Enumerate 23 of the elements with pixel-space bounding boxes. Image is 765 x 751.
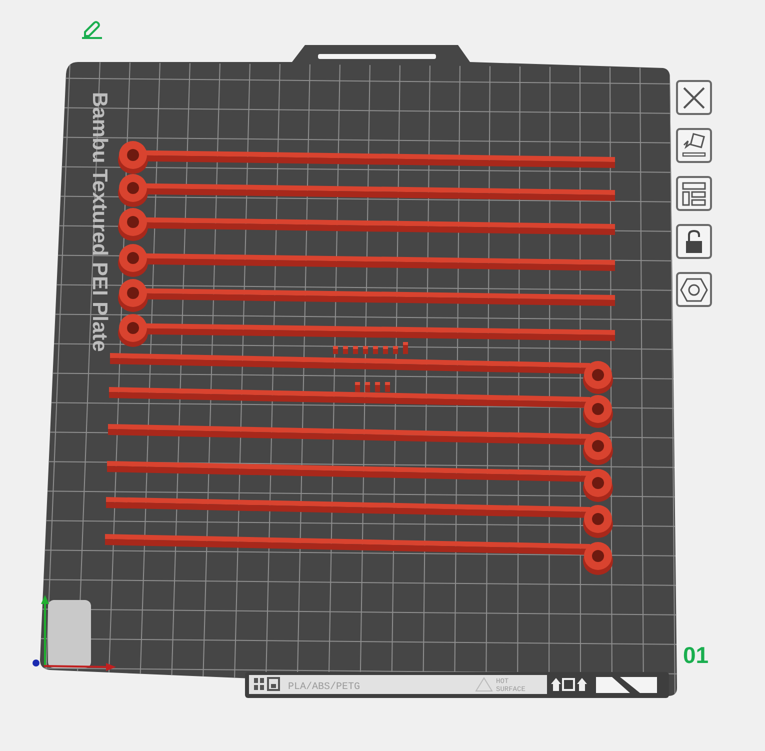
y-axis [41,595,49,665]
square-icon [267,677,280,691]
z-axis-dot [32,660,40,666]
square-outline-icon [562,678,575,691]
grid-icon [254,678,264,690]
upload-icon [551,678,561,691]
plate-name: Bambu Textured PEI Plate [88,92,111,352]
edit-icon[interactable] [81,19,103,39]
lock-button[interactable] [676,224,712,259]
material-list: PLA/ABS/PETG [288,682,360,693]
hexagon-nut-icon [680,276,708,302]
plate-number: 01 [683,642,709,669]
upload-icon [577,678,587,691]
settings-button[interactable] [676,272,712,307]
close-icon [682,86,706,110]
arrange-button[interactable] [676,176,712,211]
close-button[interactable] [676,80,712,115]
layout-icon [681,180,707,206]
warning-icon [475,677,493,692]
auto-orient-button[interactable] [676,128,712,163]
auto-orient-icon [680,132,708,160]
origin-marker [48,600,91,668]
plate-notch [596,677,657,693]
